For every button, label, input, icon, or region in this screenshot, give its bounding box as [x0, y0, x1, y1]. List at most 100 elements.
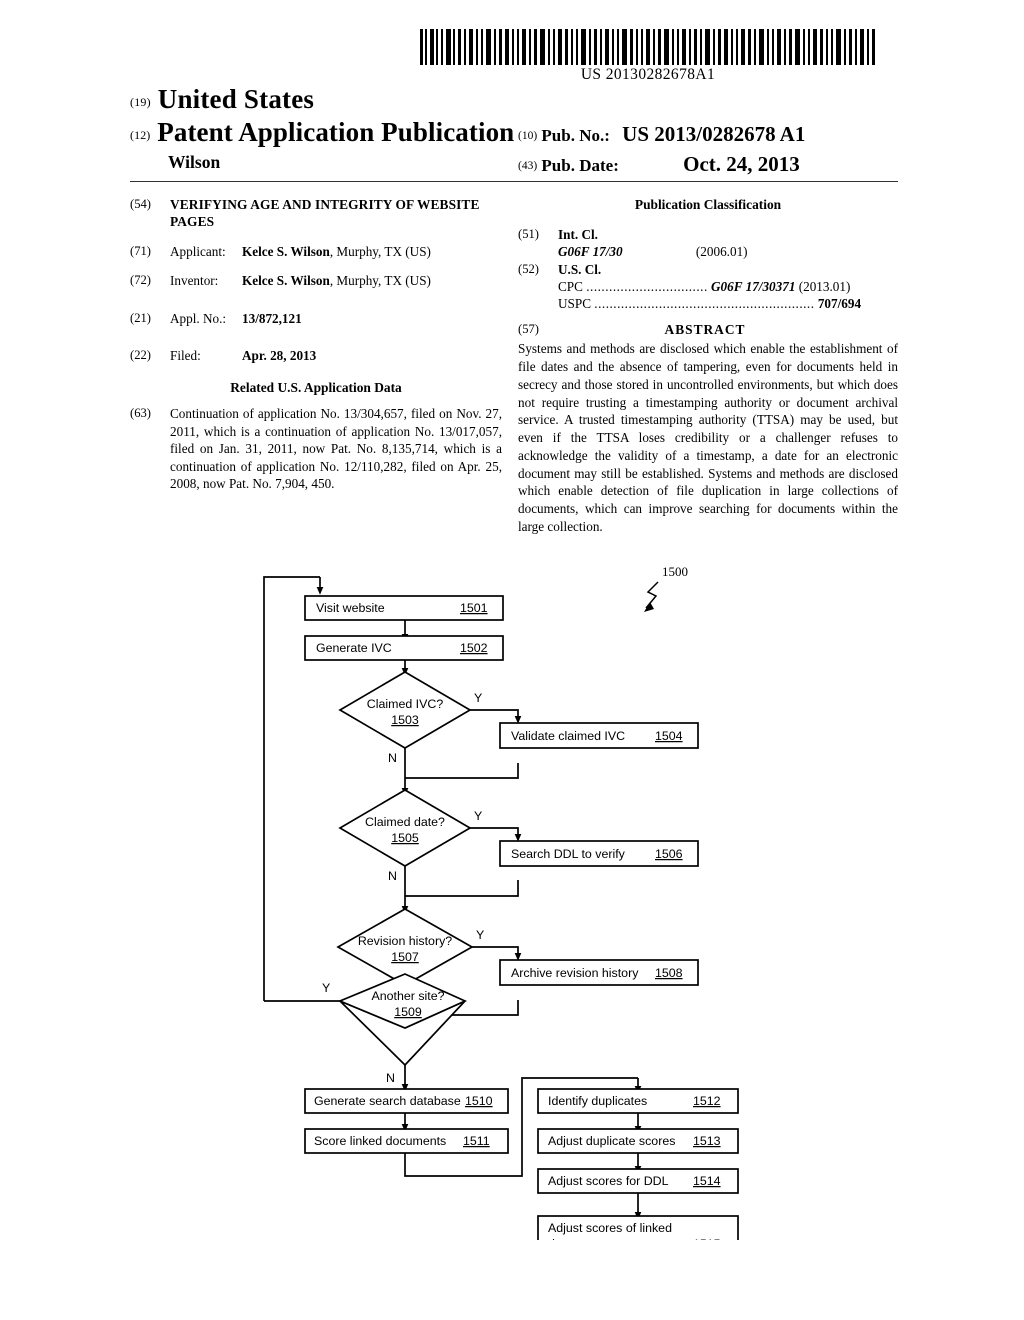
pub-date-label: Pub. Date: — [541, 156, 619, 175]
flow-node-1514-label: Adjust scores for DDL — [548, 1174, 669, 1188]
flow-node-1508-ref: 1508 — [655, 966, 683, 980]
field-tag-52: (52) — [518, 261, 539, 276]
flow-node-1508: Archive revision history 1508 — [499, 959, 699, 986]
field-tag-71: (71) — [130, 243, 151, 258]
uspc-dots: ........................................… — [594, 296, 815, 312]
cpc-label: CPC — [558, 278, 583, 294]
us-cl-body: U.S. Cl. CPC ...........................… — [558, 261, 898, 313]
inventor-address: , Murphy, TX (US) — [329, 273, 431, 289]
filed-value: Apr. 28, 2013 — [242, 348, 317, 364]
field-us-cl: (52) U.S. Cl. CPC ......................… — [518, 261, 898, 313]
flow-node-1507-label: Revision history? — [358, 934, 452, 948]
flow-node-1505: Claimed date? 1505 Y N — [338, 789, 482, 883]
pub-date-value: Oct. 24, 2013 — [683, 152, 800, 176]
field-tag-57: (57) — [518, 321, 539, 336]
flowchart-figure-1500: Visit website 1501 Generate IVC 1502 Cla… — [250, 560, 760, 1240]
flow-node-1505-ref: 1505 — [391, 831, 419, 845]
flow-node-1513-label: Adjust duplicate scores — [548, 1134, 675, 1148]
flow-node-1509-yes-label: Y — [322, 981, 330, 995]
callout-leader-line — [645, 581, 659, 609]
publication-classification-heading: Publication Classification — [634, 197, 782, 212]
flowchart-svg: Visit website 1501 Generate IVC 1502 Cla… — [263, 564, 739, 1240]
pub-no-row: (10) Pub. No.: US 2013/0282678 A1 — [518, 122, 805, 147]
flow-node-1509: Another site? 1509 Y N — [322, 973, 468, 1085]
country-name: United States — [157, 84, 315, 114]
abstract-heading: ABSTRACT — [664, 321, 746, 337]
appl-no-label: Appl. No.: — [170, 310, 227, 326]
field-tag-63: (63) — [130, 406, 151, 421]
flow-node-1507-yes-label: Y — [476, 928, 484, 942]
field-appl-no: (21) Appl. No.: 13/872,121 — [130, 310, 502, 327]
flow-node-1512-ref: 1512 — [693, 1094, 721, 1108]
flow-node-1510: Generate search database 1510 — [304, 1088, 509, 1114]
related-data-heading: Related U.S. Application Data — [230, 379, 402, 395]
flow-node-1510-ref: 1510 — [465, 1094, 493, 1108]
flow-node-1515-ref: 1515 — [693, 1237, 721, 1240]
inventor-name: Kelce S. Wilson — [242, 273, 330, 289]
field-inventor: (72) Inventor: Kelce S. Wilson, Murphy, T… — [130, 272, 502, 289]
int-cl-label: Int. Cl. — [558, 226, 598, 242]
flow-node-1507-ref: 1507 — [391, 950, 419, 964]
flow-node-1509-label: Another site? — [371, 989, 444, 1003]
barcode-bars — [418, 29, 878, 65]
flow-node-1515-label-line2: documents — [548, 1237, 609, 1240]
pub-no-tag: (10) — [518, 130, 538, 142]
flow-node-1505-label: Claimed date? — [365, 815, 445, 829]
field-tag-51: (51) — [518, 226, 539, 241]
flow-node-1503-label: Claimed IVC? — [367, 697, 444, 711]
flow-node-1512-label: Identify duplicates — [548, 1094, 647, 1108]
flow-node-1511-label: Score linked documents — [314, 1134, 446, 1148]
edge-1504-merge — [405, 763, 519, 779]
flow-node-1502-ref: 1502 — [460, 641, 488, 655]
bibliographic-left-column: (54) VERIFYING AGE AND INTEGRITY OF WEBS… — [130, 196, 502, 505]
flow-node-1504-label: Validate claimed IVC — [511, 729, 625, 743]
flow-node-1510-label: Generate search database — [314, 1094, 461, 1108]
header-divider — [130, 181, 898, 182]
flow-node-1515: Adjust scores of linked documents 1515 — [537, 1215, 739, 1240]
int-cl-body: Int. Cl. G06F 17/30 (2006.01) — [558, 226, 898, 261]
flow-node-1501-ref: 1501 — [460, 601, 488, 615]
figure-callout: 1500 — [644, 564, 688, 612]
flow-node-1513: Adjust duplicate scores 1513 — [537, 1128, 739, 1154]
flow-node-1504-ref: 1504 — [655, 729, 683, 743]
flow-node-1506-ref: 1506 — [655, 847, 683, 861]
edge-1506-merge — [405, 880, 519, 897]
cpc-version: (2013.01) — [798, 278, 851, 294]
field-tag-72: (72) — [130, 273, 151, 288]
inventor-surname: Wilson — [168, 152, 221, 172]
flow-node-1503-yes-label: Y — [474, 691, 482, 705]
flow-node-1503-ref: 1503 — [391, 713, 419, 727]
flow-node-1502: Generate IVC 1502 — [304, 635, 504, 661]
flow-node-1506: Search DDL to verify 1506 — [499, 840, 699, 867]
uspc-entry: USPC ...................................… — [558, 295, 898, 312]
flow-node-1501-label: Visit website — [316, 601, 385, 615]
edge-1505-yes — [470, 827, 522, 842]
appl-no-body: Appl. No.: 13/872,121 — [170, 310, 502, 327]
flow-node-1515-label: Adjust scores of linked — [548, 1221, 672, 1235]
int-cl-code: G06F 17/30 — [558, 244, 623, 260]
country-tag: (19) — [130, 95, 151, 109]
cpc-dots: ................................ — [586, 278, 708, 294]
barcode — [418, 29, 878, 65]
flow-node-1513-ref: 1513 — [693, 1134, 721, 1148]
flow-node-1505-no-label: N — [388, 869, 397, 883]
edge-1503-yes — [470, 709, 522, 724]
uspc-label: USPC — [558, 296, 591, 312]
flow-node-1501: Visit website 1501 — [304, 595, 504, 621]
flow-node-1512: Identify duplicates 1512 — [537, 1088, 739, 1114]
abstract-text: Systems and methods are disclosed which … — [518, 341, 898, 534]
flow-node-1509-ref: 1509 — [394, 1005, 422, 1019]
cpc-entry: CPC ................................ G06… — [558, 278, 898, 295]
related-application-text: Continuation of application No. 13/304,6… — [170, 406, 502, 492]
applicant-body: Applicant: Kelce S. Wilson, Murphy, TX (U… — [170, 243, 502, 260]
doctype-tag: (12) — [130, 128, 151, 142]
doctype-line: (12) Patent Application Publication — [130, 117, 514, 148]
applicant-address: , Murphy, TX (US) — [329, 243, 431, 259]
flow-node-1514-ref: 1514 — [693, 1174, 721, 1188]
flow-node-1514: Adjust scores for DDL 1514 — [537, 1168, 739, 1194]
flow-node-1503: Claimed IVC? 1503 Y N — [338, 671, 482, 765]
pub-date-row: (43) Pub. Date: Oct. 24, 2013 — [518, 152, 800, 177]
field-int-cl: (51) Int. Cl. G06F 17/30 (2006.01) — [518, 226, 898, 261]
country-line: (19) United States — [130, 84, 314, 115]
flow-node-1509-no-label: N — [386, 1071, 395, 1085]
